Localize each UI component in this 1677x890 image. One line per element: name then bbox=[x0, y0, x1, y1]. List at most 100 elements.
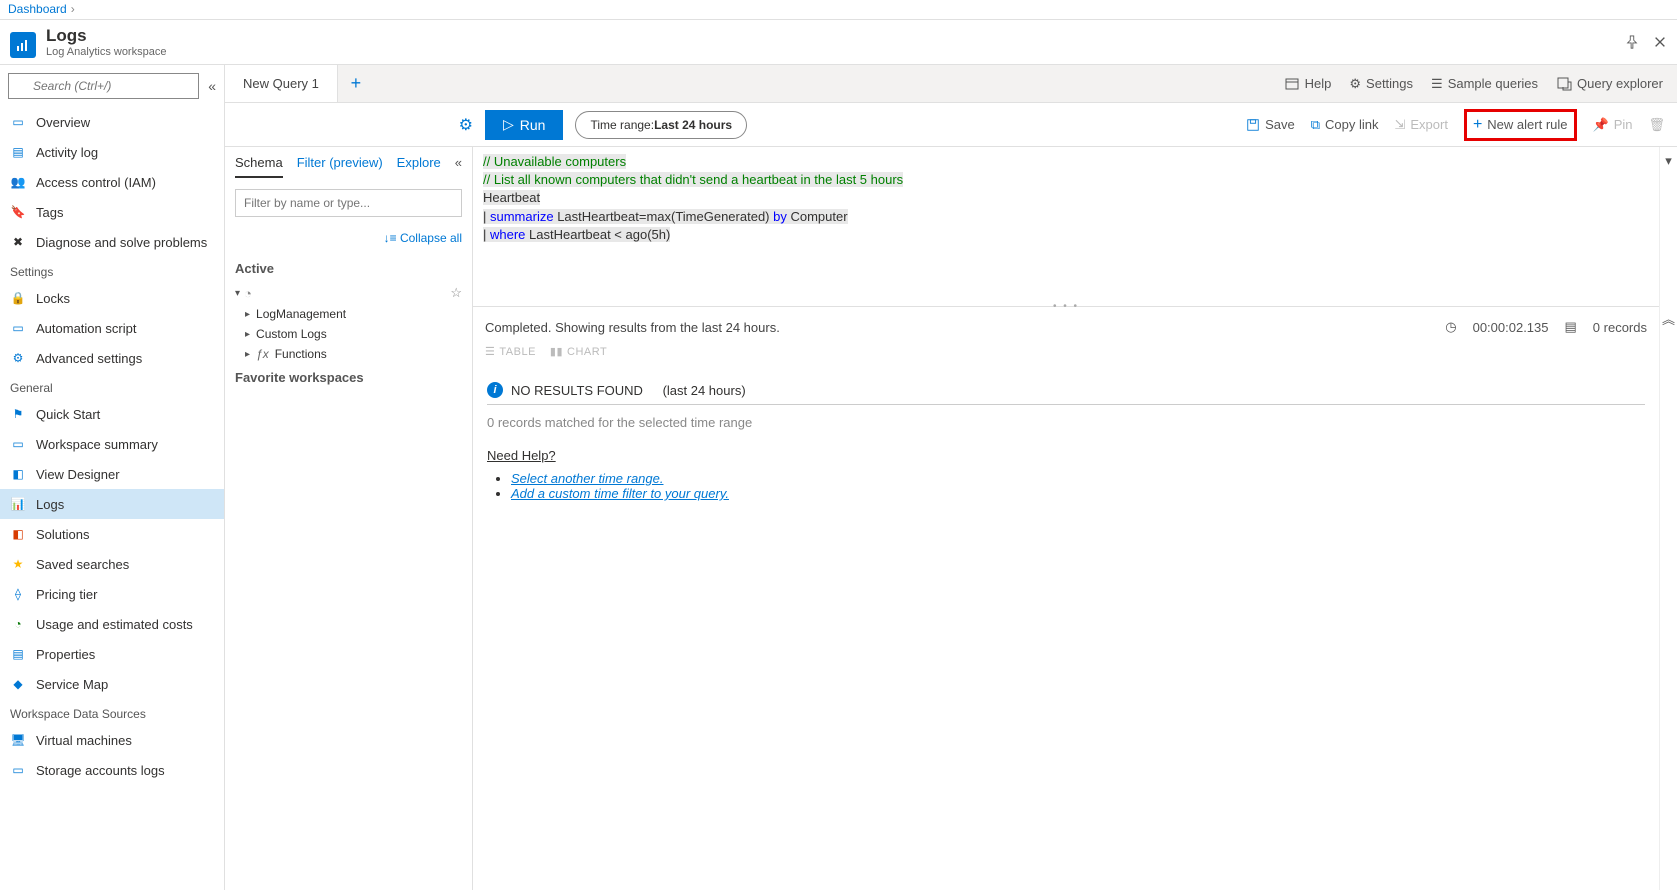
storage-icon: ▭ bbox=[10, 762, 26, 778]
pricing-icon: ⟠ bbox=[10, 586, 26, 602]
status-message: Completed. Showing results from the last… bbox=[485, 320, 780, 335]
results-panel: i NO RESULTS FOUND (last 24 hours) 0 rec… bbox=[473, 366, 1659, 517]
query-explorer-button[interactable]: Query explorer bbox=[1556, 76, 1663, 92]
collapse-all-button[interactable]: ↓≡ Collapse all bbox=[235, 227, 462, 255]
duration-value: 00:00:02.135 bbox=[1473, 320, 1549, 335]
tree-logmanagement[interactable]: ▸LogManagement bbox=[235, 304, 462, 324]
query-tabbar: New Query 1 + Help ⚙Settings ☰Sample que… bbox=[225, 65, 1677, 103]
new-alert-rule-button[interactable]: +New alert rule bbox=[1464, 109, 1577, 141]
settings-button[interactable]: ⚙Settings bbox=[1349, 76, 1413, 92]
quickstart-icon: ⚑ bbox=[10, 406, 26, 422]
nav-view-designer[interactable]: ◧View Designer bbox=[0, 459, 224, 489]
editor-area: // Unavailable computers // List all kno… bbox=[473, 147, 1659, 890]
filter-icon[interactable]: ⚙ bbox=[459, 115, 473, 135]
help-button[interactable]: Help bbox=[1284, 76, 1332, 92]
nav-pricing-tier[interactable]: ⟠Pricing tier bbox=[0, 579, 224, 609]
caret-right-icon: ▸ bbox=[245, 329, 250, 340]
nav-saved-searches[interactable]: ★Saved searches bbox=[0, 549, 224, 579]
sample-queries-button[interactable]: ☰Sample queries bbox=[1431, 76, 1538, 92]
clock-icon: ◷ bbox=[1445, 319, 1456, 335]
query-editor[interactable]: // Unavailable computers // List all kno… bbox=[473, 147, 1659, 307]
query-tab[interactable]: New Query 1 bbox=[225, 65, 338, 102]
favorite-workspaces-header: Favorite workspaces bbox=[235, 370, 462, 385]
nav-section-wds: Workspace Data Sources bbox=[0, 699, 224, 725]
pin-button[interactable]: 📌Pin bbox=[1593, 117, 1633, 133]
nav-properties[interactable]: ▤Properties bbox=[0, 639, 224, 669]
nav-activity-log[interactable]: ▤Activity log bbox=[0, 137, 224, 167]
tags-icon: 🔖 bbox=[10, 204, 26, 220]
properties-icon: ▤ bbox=[10, 646, 26, 662]
nav-virtual-machines[interactable]: 🖥Virtual machines bbox=[0, 725, 224, 755]
tip-select-time-range[interactable]: Select another time range. bbox=[511, 471, 663, 486]
nav-quick-start[interactable]: ⚑Quick Start bbox=[0, 399, 224, 429]
tree-custom-logs[interactable]: ▸Custom Logs bbox=[235, 324, 462, 344]
run-button[interactable]: ▷Run bbox=[485, 110, 563, 140]
schema-panel: Schema Filter (preview) Explore « ↓≡ Col… bbox=[225, 147, 473, 890]
caret-down-icon: ▾ bbox=[235, 288, 240, 299]
nav-locks[interactable]: 🔒Locks bbox=[0, 283, 224, 313]
schema-tab[interactable]: Schema bbox=[235, 155, 283, 178]
schema-active-header: Active bbox=[235, 261, 462, 276]
logs-icon: 📊 bbox=[10, 496, 26, 512]
save-button[interactable]: Save bbox=[1246, 117, 1295, 132]
schema-filter-input[interactable] bbox=[235, 189, 462, 217]
splitter-handle[interactable]: • • • bbox=[473, 301, 1659, 311]
summary-icon: ▭ bbox=[10, 436, 26, 452]
export-button[interactable]: ⇲Export bbox=[1394, 117, 1447, 133]
favorite-star-icon[interactable]: ☆ bbox=[450, 285, 462, 301]
play-icon: ▷ bbox=[503, 116, 514, 133]
copy-link-button[interactable]: ⧉Copy link bbox=[1311, 117, 1379, 133]
nav-diagnose[interactable]: ✖Diagnose and solve problems bbox=[0, 227, 224, 257]
search-input[interactable] bbox=[8, 73, 199, 99]
nav-section-settings: Settings bbox=[0, 257, 224, 283]
page-title: Logs bbox=[46, 26, 166, 46]
nav-solutions[interactable]: ◧Solutions bbox=[0, 519, 224, 549]
designer-icon: ◧ bbox=[10, 466, 26, 482]
no-results-range: (last 24 hours) bbox=[663, 383, 746, 398]
explore-tab[interactable]: Explore bbox=[397, 155, 441, 178]
pin-icon[interactable] bbox=[1625, 35, 1639, 49]
nav-overview[interactable]: ▭Overview bbox=[0, 107, 224, 137]
tip-add-time-filter[interactable]: Add a custom time filter to your query. bbox=[511, 486, 729, 501]
minimap-toggle-icon[interactable]: ▾ bbox=[1665, 153, 1672, 169]
plus-icon: + bbox=[1473, 116, 1482, 134]
usage-icon: ◔ bbox=[10, 616, 26, 632]
expand-up-icon[interactable]: ︽ bbox=[1662, 309, 1675, 328]
workspace-node[interactable]: ▾ ◔ ☆ bbox=[235, 282, 462, 304]
sidebar: « ▭Overview ▤Activity log 👥Access contro… bbox=[0, 65, 225, 890]
nav-automation-script[interactable]: ▭Automation script bbox=[0, 313, 224, 343]
nav-usage-costs[interactable]: ◔Usage and estimated costs bbox=[0, 609, 224, 639]
nav-access-control[interactable]: 👥Access control (IAM) bbox=[0, 167, 224, 197]
no-results-title: NO RESULTS FOUND bbox=[511, 383, 643, 398]
time-range-selector[interactable]: Time range: Last 24 hours bbox=[575, 111, 747, 139]
chart-view-button[interactable]: ▮▮CHART bbox=[550, 345, 607, 358]
schema-collapse-icon[interactable]: « bbox=[455, 155, 462, 178]
breadcrumb: Dashboard› bbox=[0, 0, 1677, 20]
no-results-subtitle: 0 records matched for the selected time … bbox=[487, 405, 1645, 448]
nav-logs[interactable]: 📊Logs bbox=[0, 489, 224, 519]
nav-tags[interactable]: 🔖Tags bbox=[0, 197, 224, 227]
gear-icon: ⚙ bbox=[10, 350, 26, 366]
solutions-icon: ◧ bbox=[10, 526, 26, 542]
activity-log-icon: ▤ bbox=[10, 144, 26, 160]
list-icon: ☰ bbox=[1431, 76, 1443, 92]
tree-functions[interactable]: ▸ƒx Functions bbox=[235, 344, 462, 364]
page-header: Logs Log Analytics workspace bbox=[0, 20, 1677, 65]
help-header: Need Help? bbox=[487, 448, 1645, 471]
chart-icon: ▮▮ bbox=[550, 345, 563, 358]
nav-service-map[interactable]: ◆Service Map bbox=[0, 669, 224, 699]
sidebar-collapse-icon[interactable]: « bbox=[208, 78, 216, 94]
records-icon: ▤ bbox=[1565, 319, 1577, 335]
nav-storage-logs[interactable]: ▭Storage accounts logs bbox=[0, 755, 224, 785]
table-view-button[interactable]: ☰TABLE bbox=[485, 345, 536, 358]
nav-advanced-settings[interactable]: ⚙Advanced settings bbox=[0, 343, 224, 373]
add-tab-button[interactable]: + bbox=[338, 65, 374, 102]
filter-tab[interactable]: Filter (preview) bbox=[297, 155, 383, 178]
close-icon[interactable] bbox=[1653, 35, 1667, 49]
delete-button[interactable]: 🗑 bbox=[1648, 117, 1665, 133]
lock-icon: 🔒 bbox=[10, 290, 26, 306]
caret-right-icon: ▸ bbox=[245, 309, 250, 320]
nav-workspace-summary[interactable]: ▭Workspace summary bbox=[0, 429, 224, 459]
breadcrumb-root[interactable]: Dashboard bbox=[8, 2, 67, 16]
servicemap-icon: ◆ bbox=[10, 676, 26, 692]
